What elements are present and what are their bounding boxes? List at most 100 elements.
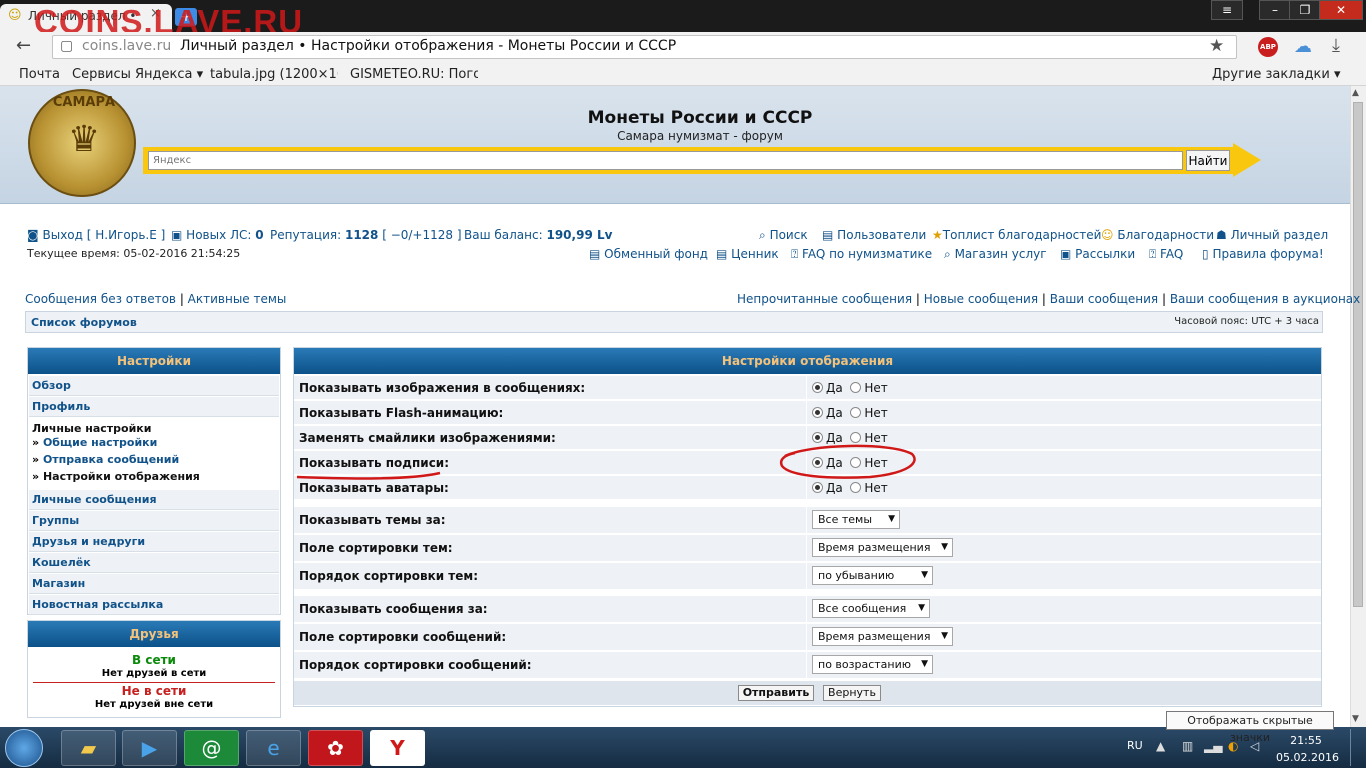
newsletters-link[interactable]: ▣ Рассылки xyxy=(1060,247,1135,261)
sidebar-subitem-general[interactable]: » Общие настройки xyxy=(32,436,157,449)
chevron-down-icon: ▼ xyxy=(921,659,928,669)
chevron-down-icon: ▼ xyxy=(941,542,948,552)
yandex-search-input[interactable] xyxy=(148,151,1183,170)
topic-order-select[interactable]: по убыванию ▼ xyxy=(812,566,933,585)
new-pm-link[interactable]: ▣ Новых ЛС: 0 xyxy=(171,228,264,242)
chrome-menu-icon[interactable]: ≡ xyxy=(1211,0,1243,20)
new-posts-link[interactable]: Новые сообщения xyxy=(924,292,1038,306)
post-sort-select[interactable]: Время размещения ▼ xyxy=(812,627,953,646)
logout-link[interactable]: ◙ Выход [ Н.Игорь.Е ] xyxy=(27,228,165,242)
radio-no[interactable] xyxy=(850,382,862,393)
page-info-icon[interactable]: ▢ xyxy=(60,38,73,54)
sidebar-item-wallet[interactable]: Кошелёк xyxy=(29,553,279,573)
members-link[interactable]: ▤ Пользователи xyxy=(822,228,926,242)
rules-link[interactable]: ▯ Правила форума! xyxy=(1202,247,1324,261)
thanks-link[interactable]: ☺ Благодарности xyxy=(1101,228,1214,242)
download-icon[interactable]: ⤓ xyxy=(1332,35,1340,56)
bookmark-other[interactable]: Другие закладки ▾ xyxy=(1212,67,1340,82)
pricelist-link[interactable]: ▤ Ценник xyxy=(716,247,779,261)
setting-label-topic-order: Порядок сортировки тем: xyxy=(294,563,806,590)
clock-date[interactable]: 05.02.2016 xyxy=(1276,751,1339,764)
balance[interactable]: Ваш баланс: 190,99 Lv xyxy=(464,228,612,242)
sidebar-item-pm[interactable]: Личные сообщения xyxy=(29,490,279,510)
maximize-icon[interactable]: ❐ xyxy=(1289,0,1321,20)
volume-icon[interactable]: ◁ xyxy=(1250,739,1259,753)
clock-time[interactable]: 21:55 xyxy=(1276,734,1336,747)
topic-sort-select[interactable]: Время размещения ▼ xyxy=(812,538,953,557)
auction-posts-link[interactable]: Ваши сообщения в аукционах xyxy=(1170,292,1360,306)
scroll-thumb[interactable] xyxy=(1353,102,1363,607)
back-arrow-icon[interactable]: ← xyxy=(16,35,31,56)
cloud-icon[interactable]: ☁ xyxy=(1294,36,1312,57)
unanswered-link[interactable]: Сообщения без ответов xyxy=(25,292,176,306)
reputation-detail[interactable]: [ −0/+1128 ] xyxy=(382,228,461,242)
sidebar-item-groups[interactable]: Группы xyxy=(29,511,279,531)
annotation-circle xyxy=(779,444,916,479)
exchange-link[interactable]: ▤ Обменный фонд xyxy=(589,247,708,261)
active-topics-link[interactable]: Активные темы xyxy=(188,292,287,306)
search-link[interactable]: ⌕ Поиск xyxy=(759,228,808,243)
ucp-link[interactable]: ☗ Личный раздел xyxy=(1216,228,1328,242)
radio-yes[interactable] xyxy=(812,382,823,393)
explorer-icon[interactable]: ▰ xyxy=(61,730,116,766)
site-title: Монеты России и СССР xyxy=(587,108,813,128)
search-arrow-decoration xyxy=(1233,143,1261,177)
radio-yes[interactable] xyxy=(812,407,823,418)
sidebar-subitem-posting[interactable]: » Отправка сообщений xyxy=(32,453,179,466)
submit-button[interactable]: Отправить xyxy=(738,685,814,701)
star-icon: ★ xyxy=(932,228,943,242)
bookmark-yandex-services[interactable]: Сервисы Яндекса ▾ xyxy=(72,67,203,82)
balance-value: 190,99 Lv xyxy=(546,228,613,242)
address-url: coins.lave.ru xyxy=(82,38,172,54)
language-indicator[interactable]: RU xyxy=(1127,739,1143,752)
site-header xyxy=(0,86,1350,204)
friends-offline-empty: Нет друзей вне сети xyxy=(94,699,214,710)
yandex-browser-icon[interactable]: Y xyxy=(370,730,425,766)
toplist-link[interactable]: ★Топлист благодарностей xyxy=(932,228,1101,242)
reset-button[interactable]: Вернуть xyxy=(823,685,881,701)
red-annotation xyxy=(296,444,916,480)
site-logo[interactable]: САМАРА ♛ xyxy=(28,89,136,197)
post-days-select[interactable]: Все сообщения ▼ xyxy=(812,599,930,618)
sidebar-item-overview[interactable]: Обзор xyxy=(29,376,279,396)
signal-icon[interactable]: ▂▄ xyxy=(1204,739,1222,753)
sidebar-item-friends-foes[interactable]: Друзья и недруги xyxy=(29,532,279,552)
bookmark-tabula[interactable]: tabula.jpg (1200×16 xyxy=(210,67,338,82)
sidebar-item-shop[interactable]: Магазин xyxy=(29,574,279,594)
radio-no[interactable] xyxy=(850,407,862,418)
sidebar-item-profile[interactable]: Профиль xyxy=(29,397,279,417)
setting-post-sort-cell: Время размещения ▼ xyxy=(807,624,1321,651)
shop-link[interactable]: ⌕ Магазин услуг xyxy=(944,247,1047,262)
radio-no-label: Нет xyxy=(864,381,888,395)
sidebar-subitem-display[interactable]: » Настройки отображения xyxy=(32,470,200,483)
start-button[interactable] xyxy=(5,729,43,767)
breadcrumb[interactable]: Список форумов xyxy=(31,316,137,329)
help-icon: ⍰ xyxy=(1149,247,1157,261)
post-order-select[interactable]: по возрастанию ▼ xyxy=(812,655,933,674)
unread-link[interactable]: Непрочитанные сообщения xyxy=(737,292,912,306)
faq-link[interactable]: ⍰ FAQ xyxy=(1149,247,1183,262)
bookmark-mail[interactable]: Почта xyxy=(19,67,60,82)
faq-numismatics-link[interactable]: ⍰ FAQ по нумизматике xyxy=(791,247,932,262)
media-player-icon[interactable]: ▶ xyxy=(122,730,177,766)
huawei-icon[interactable]: ✿ xyxy=(308,730,363,766)
topic-days-select[interactable]: Все темы ▼ xyxy=(812,510,900,529)
adblock-icon[interactable]: ABP xyxy=(1258,37,1278,57)
network-icon[interactable]: ▥ xyxy=(1182,739,1193,753)
close-window-icon[interactable]: ✕ xyxy=(1319,0,1363,20)
minimize-icon[interactable]: – xyxy=(1259,0,1291,20)
search-button[interactable]: Найти xyxy=(1186,150,1230,171)
toplist-link-label: Топлист благодарностей xyxy=(942,228,1102,242)
scroll-up-icon[interactable]: ▲ xyxy=(1352,88,1359,98)
bookmark-star-icon[interactable]: ★ xyxy=(1209,36,1224,56)
bookmark-gismeteo[interactable]: GISMETEO.RU: Пого xyxy=(350,67,478,82)
qip-icon[interactable]: @ xyxy=(184,730,239,766)
sidebar-item-newsletter[interactable]: Новостная рассылка xyxy=(29,595,279,615)
show-hidden-icons-icon[interactable]: ▲ xyxy=(1156,739,1165,753)
scroll-down-icon[interactable]: ▼ xyxy=(1352,714,1359,724)
exchange-link-label: Обменный фонд xyxy=(604,247,708,261)
power-tray-icon[interactable]: ◐ xyxy=(1228,739,1238,753)
internet-explorer-icon[interactable]: e xyxy=(246,730,301,766)
show-desktop-button[interactable] xyxy=(1350,729,1364,766)
your-posts-link[interactable]: Ваши сообщения xyxy=(1050,292,1158,306)
